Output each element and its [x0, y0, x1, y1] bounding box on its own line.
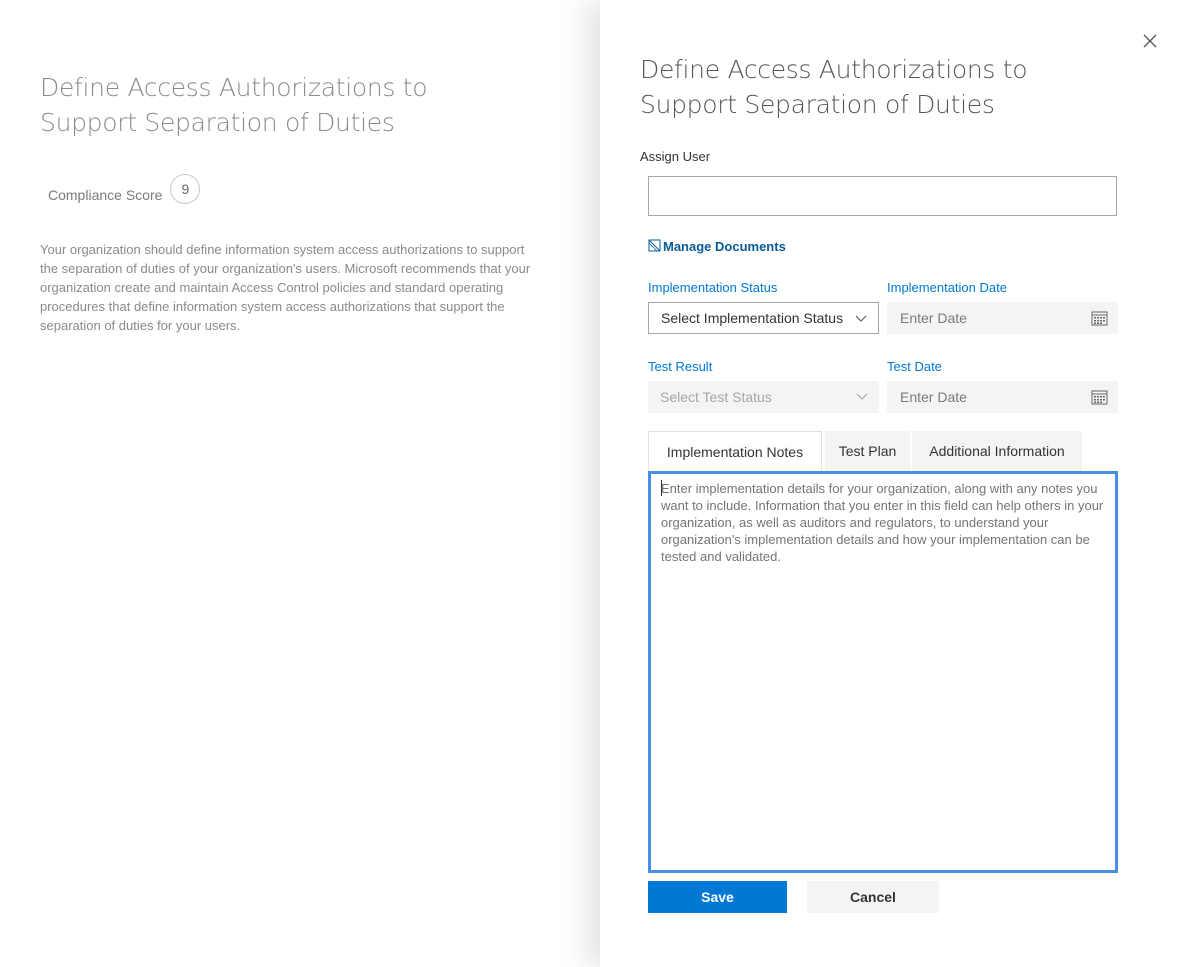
implementation-date-picker[interactable]: Enter Date	[887, 302, 1118, 334]
test-date-label: Test Date	[887, 359, 942, 374]
implementation-status-value: Select Implementation Status	[661, 310, 844, 326]
chevron-down-icon	[856, 393, 868, 400]
panel-title: Define Access Authorizations to Support …	[640, 55, 1028, 119]
tab-additional-information[interactable]: Additional Information	[912, 431, 1082, 471]
implementation-notes-textarea[interactable]	[648, 471, 1118, 873]
implementation-date-label: Implementation Date	[887, 280, 1007, 295]
calendar-icon	[1091, 390, 1108, 405]
implementation-status-dropdown[interactable]: Select Implementation Status	[648, 302, 879, 334]
text-cursor	[661, 480, 662, 496]
assign-user-label: Assign User	[640, 149, 711, 164]
assign-user-input[interactable]	[648, 176, 1117, 216]
save-button[interactable]: Save	[648, 881, 787, 913]
calendar-icon	[1091, 311, 1108, 326]
page-title: Define Access Authorizations to Support …	[40, 73, 428, 137]
compliance-score-badge: 9	[170, 174, 201, 204]
close-icon	[1143, 34, 1157, 48]
compliance-score: Compliance Score 9	[48, 174, 201, 206]
tab-implementation-notes[interactable]: Implementation Notes	[648, 431, 822, 471]
control-description: Your organization should define informat…	[40, 242, 531, 333]
close-button[interactable]	[1140, 31, 1160, 51]
background-page: Define Access Authorizations to Support …	[0, 0, 600, 967]
implementation-date-placeholder: Enter Date	[900, 310, 967, 326]
test-date-picker[interactable]: Enter Date	[887, 381, 1118, 413]
tab-test-plan[interactable]: Test Plan	[825, 431, 910, 471]
edit-panel: Define Access Authorizations to Support …	[600, 0, 1195, 967]
manage-documents-link[interactable]: Manage Documents	[648, 236, 786, 256]
document-icon	[648, 239, 661, 252]
test-date-placeholder: Enter Date	[900, 389, 967, 405]
manage-documents-label: Manage Documents	[663, 238, 786, 254]
cancel-button[interactable]: Cancel	[807, 881, 939, 913]
test-result-dropdown[interactable]: Select Test Status	[648, 381, 879, 413]
test-result-label: Test Result	[648, 359, 713, 374]
chevron-down-icon	[855, 315, 867, 322]
implementation-status-label: Implementation Status	[648, 280, 778, 295]
compliance-score-label: Compliance Score	[48, 187, 163, 203]
test-result-value: Select Test Status	[660, 389, 772, 405]
